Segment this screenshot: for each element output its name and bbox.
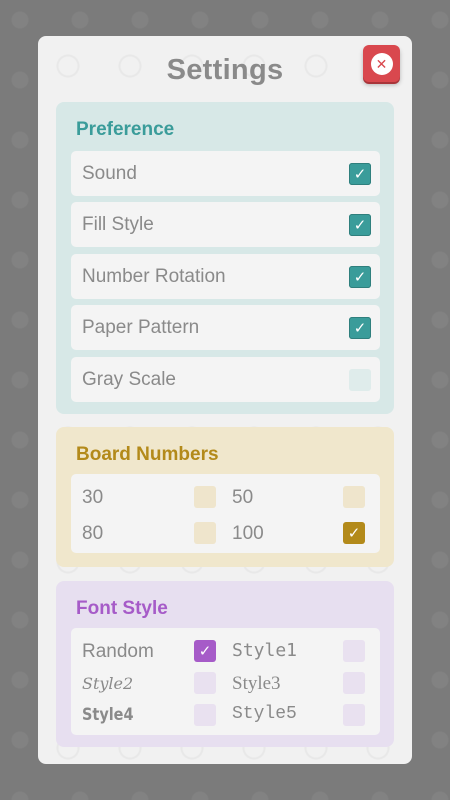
font-label-style2: Style2 [82,674,134,693]
paper-pattern-checkbox[interactable]: ✓ [349,317,371,339]
setting-label: Sound [82,163,137,184]
font-random-checkbox[interactable]: ✓ [194,640,216,662]
setting-row-paper-pattern[interactable]: Paper Pattern ✓ [71,305,380,350]
close-x-icon: ✕ [370,52,393,75]
option-label-100: 100 [232,523,264,544]
font-style1-checkbox[interactable] [343,640,365,662]
board-numbers-section: Board Numbers 30 50 80 100 ✓ [56,427,394,567]
setting-label: Gray Scale [82,369,176,390]
font-label-style4: Style4 [82,705,134,725]
setting-row-number-rotation[interactable]: Number Rotation ✓ [71,254,380,299]
font-label-style1: Style1 [232,640,298,661]
option-label-30: 30 [82,487,104,508]
font-style4-checkbox[interactable] [194,704,216,726]
font-style5-checkbox[interactable] [343,704,365,726]
preference-section: Preference Sound ✓ Fill Style ✓ Number R… [56,102,394,414]
board-numbers-panel: 30 50 80 100 ✓ [71,474,380,553]
gray-scale-checkbox[interactable] [349,369,371,391]
font-style-section: Font Style Random ✓ Style1 Style2 Style3… [56,581,394,747]
font-label-random: Random [82,641,154,662]
number-rotation-checkbox[interactable]: ✓ [349,266,371,288]
setting-label: Number Rotation [82,266,226,287]
font-style2-checkbox[interactable] [194,672,216,694]
font-label-style5: Style5 [232,704,297,724]
setting-row-gray-scale[interactable]: Gray Scale [71,357,380,402]
fill-style-checkbox[interactable]: ✓ [349,214,371,236]
option-label-80: 80 [82,523,104,544]
setting-label: Paper Pattern [82,317,200,338]
sound-checkbox[interactable]: ✓ [349,163,371,185]
option-80-checkbox[interactable] [194,522,216,544]
font-label-style3: Style3 [232,673,281,694]
preference-title: Preference [76,119,175,140]
option-30-checkbox[interactable] [194,486,216,508]
option-50-checkbox[interactable] [343,486,365,508]
close-button[interactable]: ✕ [363,45,400,82]
option-100-checkbox[interactable]: ✓ [343,522,365,544]
board-numbers-title: Board Numbers [76,444,219,465]
setting-label: Fill Style [82,214,154,235]
font-style3-checkbox[interactable] [343,672,365,694]
option-label-50: 50 [232,487,254,508]
setting-row-sound[interactable]: Sound ✓ [71,151,380,196]
setting-row-fill-style[interactable]: Fill Style ✓ [71,202,380,247]
font-style-panel: Random ✓ Style1 Style2 Style3 Style4 Sty… [71,628,380,735]
font-style-title: Font Style [76,598,168,619]
